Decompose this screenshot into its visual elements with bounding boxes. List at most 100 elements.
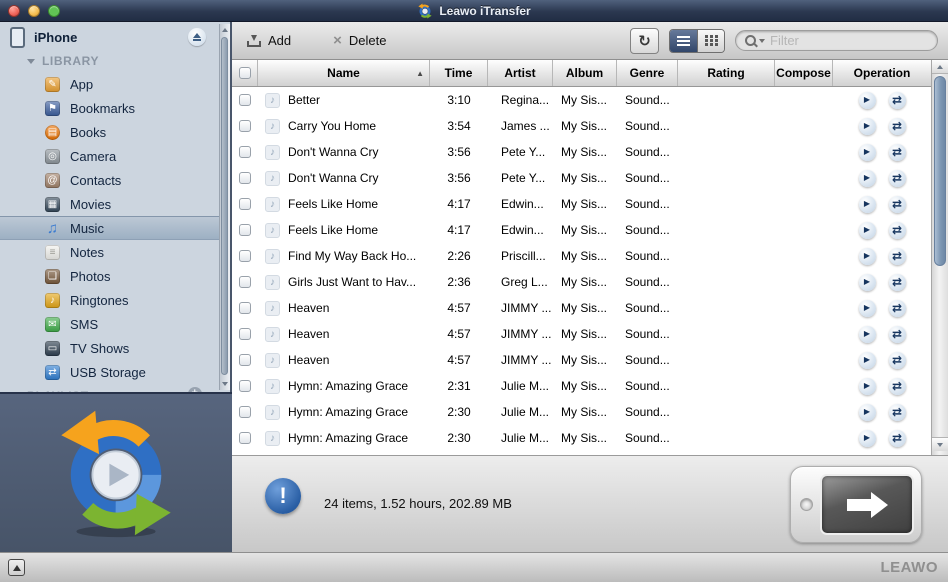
row-checkbox[interactable]	[239, 406, 251, 418]
sidebar-item-contacts[interactable]: @ Contacts	[0, 168, 230, 192]
transfer-button[interactable]: ⇄	[888, 169, 906, 187]
scroll-up-icon[interactable]	[220, 24, 230, 36]
sidebar-item-usb-storage[interactable]: ⇄ USB Storage	[0, 360, 230, 384]
play-button[interactable]: ▶	[858, 247, 876, 265]
eject-device-button[interactable]	[188, 28, 206, 46]
row-checkbox[interactable]	[239, 250, 251, 262]
filter-field[interactable]	[735, 30, 938, 51]
table-row[interactable]: ♪ Don't Wanna Cry 3:56 Pete Y... My Sis... So…	[232, 165, 931, 191]
transfer-button[interactable]: ⇄	[888, 91, 906, 109]
play-button[interactable]: ▶	[858, 273, 876, 291]
transfer-button[interactable]: ⇄	[888, 247, 906, 265]
sidebar-item-app[interactable]: ✎ App	[0, 72, 230, 96]
transfer-button[interactable]: ⇄	[888, 429, 906, 447]
select-all-checkbox[interactable]	[238, 67, 251, 79]
column-header-rating[interactable]: Rating	[678, 60, 775, 86]
sidebar-group-library[interactable]: LIBRARY	[0, 50, 230, 72]
play-button[interactable]: ▶	[858, 195, 876, 213]
transfer-button[interactable]: ⇄	[888, 377, 906, 395]
row-checkbox[interactable]	[239, 94, 251, 106]
grid-view-button[interactable]	[697, 29, 724, 52]
table-scrollbar[interactable]	[931, 60, 948, 455]
scroll-up-button[interactable]	[932, 60, 948, 74]
play-button[interactable]: ▶	[858, 299, 876, 317]
table-row[interactable]: ♪ Carry You Home 3:54 James ... My Sis... Sou…	[232, 113, 931, 139]
column-header-time[interactable]: Time	[430, 60, 488, 86]
row-checkbox[interactable]	[239, 146, 251, 158]
sidebar-item-camera[interactable]: ◎ Camera	[0, 144, 230, 168]
row-checkbox[interactable]	[239, 380, 251, 392]
row-checkbox[interactable]	[239, 328, 251, 340]
row-checkbox[interactable]	[239, 354, 251, 366]
sidebar-item-notes[interactable]: ≡ Notes	[0, 240, 230, 264]
transfer-button[interactable]: ⇄	[888, 273, 906, 291]
transfer-button[interactable]: ⇄	[888, 195, 906, 213]
table-row[interactable]: ♪ Hymn: Amazing Grace 2:30 Julie M... My Sis…	[232, 425, 931, 451]
sidebar-item-tv-shows[interactable]: ▭ TV Shows	[0, 336, 230, 360]
transfer-button[interactable]: ⇄	[888, 325, 906, 343]
scroll-down-icon[interactable]	[220, 378, 230, 390]
table-row[interactable]: ♪ Heaven 4:57 JIMMY ... My Sis... Sound... ▶ ⇄	[232, 321, 931, 347]
play-button[interactable]: ▶	[858, 429, 876, 447]
sidebar-item-ringtones[interactable]: ♪ Ringtones	[0, 288, 230, 312]
play-button[interactable]: ▶	[858, 143, 876, 161]
play-button[interactable]: ▶	[858, 325, 876, 343]
column-header-name[interactable]: Name ▲	[258, 60, 430, 86]
table-row[interactable]: ♪ Feels Like Home 4:17 Edwin... My Sis... Sou…	[232, 191, 931, 217]
delete-button[interactable]: × Delete	[333, 33, 386, 49]
table-scrollbar-thumb[interactable]	[934, 76, 946, 266]
play-button[interactable]: ▶	[858, 117, 876, 135]
sidebar-item-movies[interactable]: ▦ Movies	[0, 192, 230, 216]
play-button[interactable]: ▶	[858, 221, 876, 239]
transfer-button[interactable]: ⇄	[888, 221, 906, 239]
transfer-button[interactable]: ⇄	[888, 403, 906, 421]
row-checkbox[interactable]	[239, 432, 251, 444]
scroll-down-button[interactable]	[932, 437, 948, 451]
table-row[interactable]: ♪ Hymn: Amazing Grace 2:31 Julie M... My Sis…	[232, 373, 931, 399]
sidebar-item-photos[interactable]: ❏ Photos	[0, 264, 230, 288]
column-header-album[interactable]: Album	[553, 60, 617, 86]
table-row[interactable]: ♪ Heaven 4:57 JIMMY ... My Sis... Sound... ▶ ⇄	[232, 347, 931, 373]
table-row[interactable]: ♪ Better 3:10 Regina... My Sis... Sound... ▶ ⇄	[232, 87, 931, 113]
sidebar-item-books[interactable]: ▤ Books	[0, 120, 230, 144]
column-header-artist[interactable]: Artist	[488, 60, 553, 86]
table-row[interactable]: ♪ Feels Like Home 4:17 Edwin... My Sis... Sou…	[232, 217, 931, 243]
play-button[interactable]: ▶	[858, 351, 876, 369]
collapse-panel-button[interactable]	[8, 559, 25, 576]
table-row[interactable]: ♪ Find My Way Back Ho... 2:26 Priscill... My…	[232, 243, 931, 269]
sidebar-scrollbar-thumb[interactable]	[221, 37, 228, 375]
row-checkbox[interactable]	[239, 224, 251, 236]
column-header-operation[interactable]: Operation	[833, 60, 931, 86]
sidebar-item-music[interactable]: ♫ Music	[0, 216, 230, 240]
sidebar-scrollbar[interactable]	[219, 24, 230, 390]
table-row[interactable]: ♪ Hymn: Amazing Grace 2:30 Julie M... My Sis…	[232, 399, 931, 425]
transfer-button[interactable]: ⇄	[888, 117, 906, 135]
sidebar-item-bookmarks[interactable]: ⚑ Bookmarks	[0, 96, 230, 120]
search-options-caret-icon[interactable]	[759, 38, 765, 43]
list-view-button[interactable]	[670, 29, 697, 52]
row-checkbox[interactable]	[239, 302, 251, 314]
refresh-button[interactable]: ↻	[630, 27, 659, 54]
row-checkbox[interactable]	[239, 172, 251, 184]
transfer-button[interactable]: ⇄	[888, 299, 906, 317]
play-button[interactable]: ▶	[858, 169, 876, 187]
transfer-button[interactable]: ⇄	[888, 143, 906, 161]
column-header-genre[interactable]: Genre	[617, 60, 678, 86]
sidebar-group-playlist[interactable]: PLAYLIST +	[0, 384, 230, 392]
table-row[interactable]: ♪ Heaven 4:57 JIMMY ... My Sis... Sound... ▶ ⇄	[232, 295, 931, 321]
row-checkbox[interactable]	[239, 120, 251, 132]
transfer-to-device-button[interactable]	[790, 466, 922, 543]
column-header-compose[interactable]: Compose	[775, 60, 833, 86]
filter-input[interactable]	[768, 32, 928, 49]
play-button[interactable]: ▶	[858, 91, 876, 109]
sidebar-device-row[interactable]: iPhone	[0, 22, 230, 50]
play-button[interactable]: ▶	[858, 377, 876, 395]
table-row[interactable]: ♪ Don't Wanna Cry 3:56 Pete Y... My Sis... So…	[232, 139, 931, 165]
transfer-button[interactable]: ⇄	[888, 351, 906, 369]
row-checkbox[interactable]	[239, 276, 251, 288]
row-checkbox[interactable]	[239, 198, 251, 210]
table-row[interactable]: ♪ Girls Just Want to Hav... 2:36 Greg L... M…	[232, 269, 931, 295]
play-button[interactable]: ▶	[858, 403, 876, 421]
sidebar-item-sms[interactable]: ✉ SMS	[0, 312, 230, 336]
add-button[interactable]: Add	[247, 33, 291, 48]
